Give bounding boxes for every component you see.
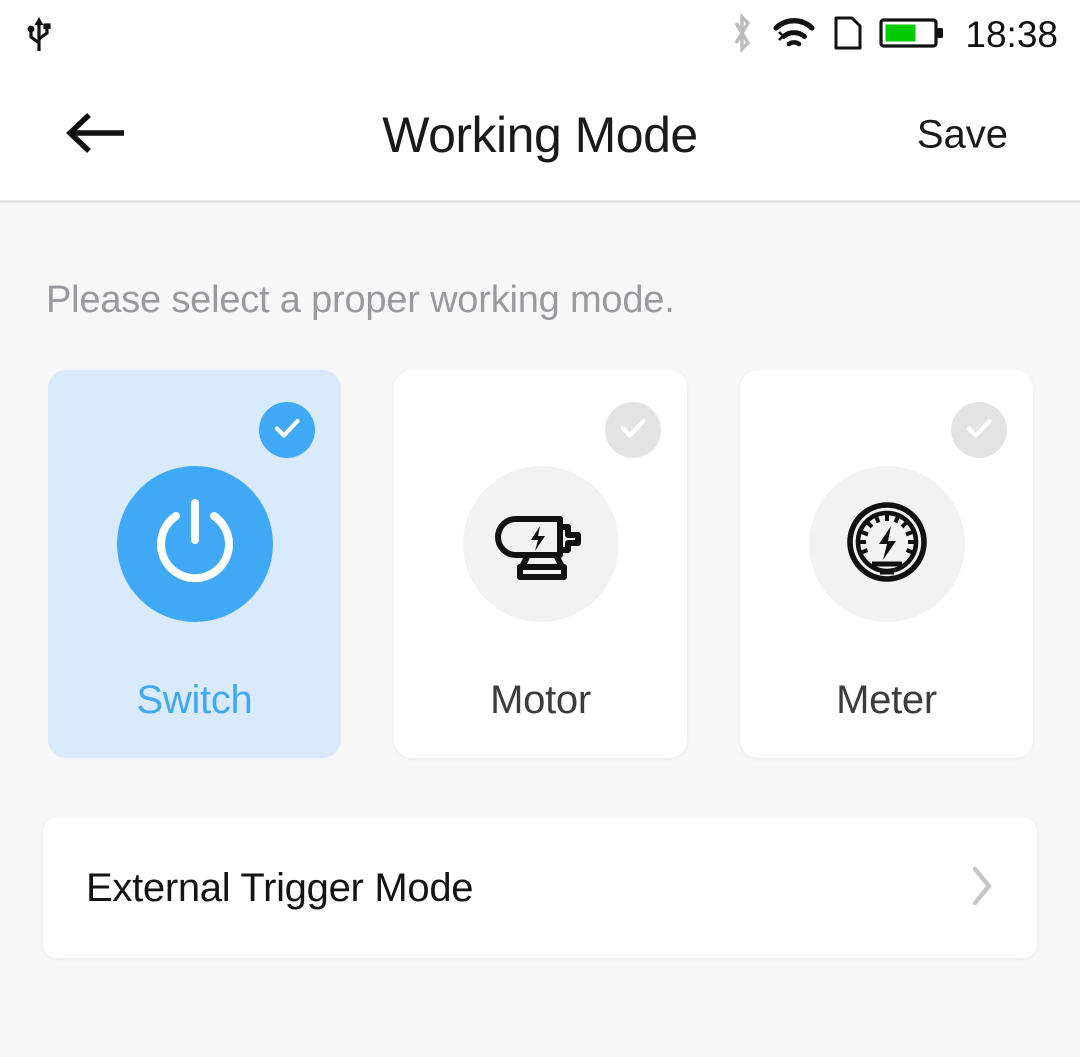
back-arrow-icon bbox=[65, 110, 127, 161]
chevron-right-icon bbox=[967, 862, 997, 915]
selected-check-badge bbox=[259, 402, 315, 458]
motor-icon bbox=[492, 493, 590, 596]
unselected-check-badge bbox=[951, 402, 1007, 458]
usb-icon bbox=[24, 13, 54, 58]
speedometer-icon bbox=[839, 494, 935, 595]
save-button[interactable]: Save bbox=[917, 113, 1008, 158]
check-icon bbox=[616, 411, 650, 450]
content-area: Please select a proper working mode. Swi… bbox=[0, 203, 1080, 958]
instruction-text: Please select a proper working mode. bbox=[46, 279, 675, 321]
wifi-icon bbox=[771, 12, 817, 59]
external-trigger-mode-label: External Trigger Mode bbox=[86, 865, 474, 910]
bluetooth-icon bbox=[729, 12, 755, 59]
status-bar-clock: 18:38 bbox=[965, 14, 1058, 55]
mode-card-switch[interactable]: Switch bbox=[48, 370, 341, 758]
check-icon bbox=[962, 411, 996, 450]
back-button[interactable] bbox=[60, 103, 132, 167]
meter-icon-circle bbox=[808, 466, 965, 622]
working-mode-options: Switch Motor Meter bbox=[0, 322, 1080, 758]
mode-label-switch: Switch bbox=[136, 678, 253, 722]
external-trigger-mode-row[interactable]: External Trigger Mode bbox=[43, 818, 1037, 958]
app-header: Working Mode Save bbox=[0, 70, 1080, 203]
mode-label-meter: Meter bbox=[836, 678, 937, 722]
mode-card-meter[interactable]: Meter bbox=[740, 370, 1033, 758]
check-icon bbox=[270, 411, 304, 450]
unselected-check-badge bbox=[605, 402, 661, 458]
status-bar-left bbox=[24, 13, 54, 58]
motor-icon-circle bbox=[462, 466, 619, 622]
battery-icon bbox=[879, 13, 945, 58]
status-bar-right: 18:38 bbox=[729, 12, 1058, 59]
mode-card-motor[interactable]: Motor bbox=[394, 370, 687, 758]
sim-card-icon bbox=[833, 13, 863, 58]
switch-icon-circle bbox=[116, 466, 273, 622]
status-bar: 18:38 bbox=[0, 0, 1080, 70]
power-icon bbox=[143, 490, 247, 599]
mode-label-motor: Motor bbox=[490, 678, 591, 722]
